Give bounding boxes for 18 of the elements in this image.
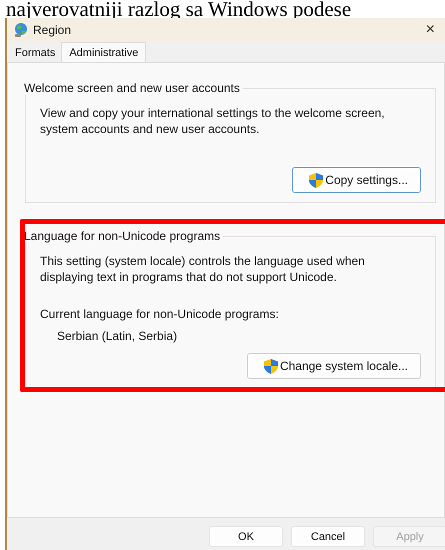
current-language-value: Serbian (Latin, Serbia) [57, 329, 178, 343]
group-title: Welcome screen and new user accounts [24, 81, 243, 95]
page-text: najverovatniji razlog sa Windows podese [5, 0, 352, 18]
dialog-button[interactable]: Cancel [291, 526, 365, 547]
window-title: Region [33, 23, 72, 37]
description-text: This setting (system locale) controls the language used when displaying text in programs that do not support Unicode. [40, 253, 366, 285]
settings-button[interactable]: Copy settings... [292, 167, 421, 193]
group-title: Language for non-Unicode programs [24, 229, 224, 243]
current-language-label: Current language for non-Unicode programs: [40, 307, 280, 321]
shield-icon [264, 358, 278, 374]
close-button[interactable]: × [416, 21, 445, 39]
tab[interactable]: Formats [9, 44, 62, 62]
shield-icon [309, 172, 324, 188]
tab[interactable]: Administrative [61, 42, 146, 62]
settings-button[interactable]: Change system locale... [246, 353, 421, 379]
globe-icon [13, 22, 29, 38]
dialog-button[interactable]: OK [209, 526, 283, 547]
description-text: View and copy your international settings to the welcome screen, system accounts and new user accounts. [40, 105, 385, 137]
